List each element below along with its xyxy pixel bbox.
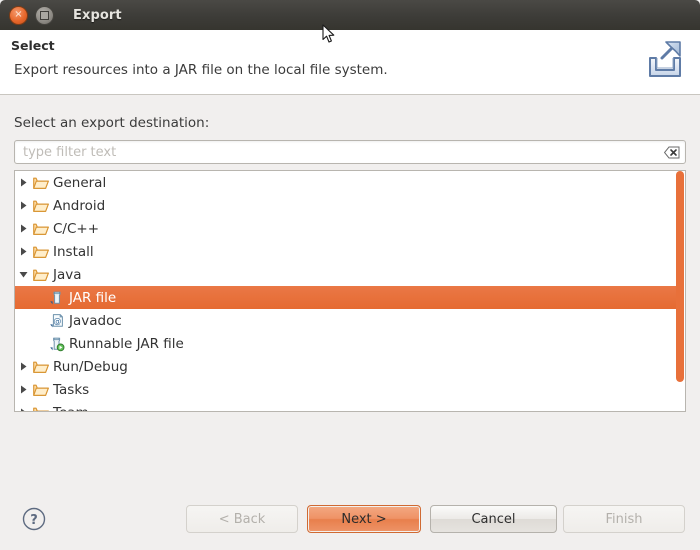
- maximize-icon: [40, 10, 49, 20]
- export-destination-tree[interactable]: General Android C/C++ Install Java JAR file @ J…: [14, 170, 686, 412]
- tree-item-label: C/C++: [53, 220, 100, 237]
- folder-icon: [31, 406, 50, 411]
- tree-item-label: Run/Debug: [53, 358, 128, 375]
- tree-item-run-debug[interactable]: Run/Debug: [15, 355, 685, 378]
- maximize-window-button[interactable]: [35, 5, 54, 25]
- tree-item-runnable-jar-file[interactable]: Runnable JAR file: [15, 332, 685, 355]
- svg-text:?: ?: [30, 513, 38, 528]
- chevron-down-icon[interactable]: [15, 270, 31, 279]
- wizard-header: Select Export resources into a JAR file …: [0, 30, 700, 95]
- chevron-right-icon[interactable]: [15, 408, 31, 411]
- destination-label: Select an export destination:: [14, 115, 210, 131]
- help-question-icon[interactable]: ?: [22, 507, 46, 531]
- window-titlebar: × Export: [0, 0, 700, 30]
- tree-item-label: Javadoc: [69, 312, 122, 329]
- tree-item-label: Java: [53, 266, 82, 283]
- next-button[interactable]: Next >: [307, 505, 421, 533]
- chevron-right-icon[interactable]: [15, 385, 31, 394]
- tree-item-label: General: [53, 174, 107, 191]
- tree-item-jar-file[interactable]: JAR file: [15, 286, 685, 309]
- tree-item-label: JAR file: [69, 289, 117, 306]
- tree-item-install[interactable]: Install: [15, 240, 685, 263]
- tree-item-team[interactable]: Team: [15, 401, 685, 412]
- chevron-right-icon[interactable]: [15, 178, 31, 187]
- wizard-body: Select an export destination: General And…: [0, 95, 700, 550]
- folder-icon: [31, 383, 50, 397]
- filter-field-wrapper[interactable]: [14, 140, 686, 164]
- chevron-right-icon[interactable]: [15, 224, 31, 233]
- close-icon: ×: [14, 8, 23, 20]
- page-title: Select: [11, 38, 55, 53]
- tree-item-label: Runnable JAR file: [69, 335, 184, 352]
- svg-text:@: @: [53, 316, 61, 325]
- tree-item-label: Install: [53, 243, 94, 260]
- chevron-right-icon[interactable]: [15, 201, 31, 210]
- tree-vertical-scrollbar[interactable]: [676, 171, 685, 411]
- back-button[interactable]: < Back: [186, 505, 298, 533]
- window-title: Export: [73, 7, 122, 23]
- clear-field-icon[interactable]: [663, 144, 681, 160]
- javadoc-icon: @: [47, 313, 66, 329]
- tree-item-javadoc[interactable]: @ Javadoc: [15, 309, 685, 332]
- chevron-right-icon[interactable]: [15, 362, 31, 371]
- folder-icon: [31, 268, 50, 282]
- folder-icon: [31, 199, 50, 213]
- finish-button[interactable]: Finish: [563, 505, 685, 533]
- chevron-right-icon[interactable]: [15, 247, 31, 256]
- close-window-button[interactable]: ×: [9, 5, 28, 25]
- filter-input[interactable]: [15, 142, 663, 162]
- jar-file-icon: [47, 290, 66, 306]
- tree-item-label: Android: [53, 197, 106, 214]
- tree-item-android[interactable]: Android: [15, 194, 685, 217]
- folder-icon: [31, 245, 50, 259]
- runnable-jar-icon: [47, 336, 66, 352]
- folder-icon: [31, 176, 50, 190]
- tree-item-tasks[interactable]: Tasks: [15, 378, 685, 401]
- folder-icon: [31, 222, 50, 236]
- scrollbar-thumb[interactable]: [676, 171, 684, 382]
- export-wizard-icon: [632, 32, 694, 92]
- tree-item-label: Team: [50, 405, 89, 412]
- tree-item-label: Tasks: [53, 381, 90, 398]
- folder-icon: [31, 360, 50, 374]
- page-description: Export resources into a JAR file on the …: [14, 62, 388, 78]
- cancel-button[interactable]: Cancel: [430, 505, 557, 533]
- tree-rows: General Android C/C++ Install Java JAR file @ J…: [15, 171, 685, 411]
- tree-item-general[interactable]: General: [15, 171, 685, 194]
- tree-item-java[interactable]: Java: [15, 263, 685, 286]
- tree-item-c-c[interactable]: C/C++: [15, 217, 685, 240]
